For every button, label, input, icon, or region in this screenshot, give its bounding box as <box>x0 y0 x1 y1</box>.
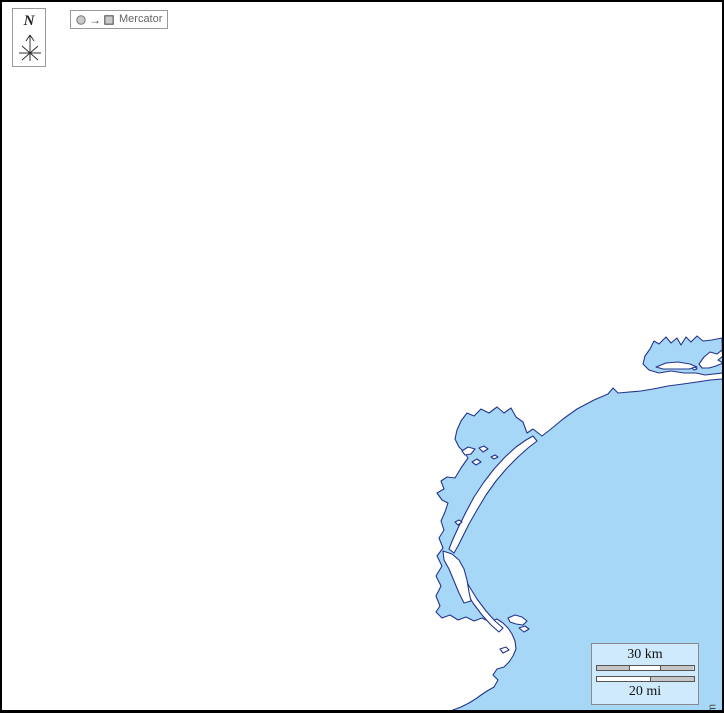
island <box>500 647 509 653</box>
map-frame: N → Mercator 30 km <box>0 0 724 713</box>
projection-indicator: → Mercator <box>70 10 168 29</box>
scale-bar-km <box>596 665 695 671</box>
scale-bar: 30 km 20 mi <box>591 643 699 705</box>
compass-star-icon <box>13 30 47 64</box>
projection-plane-icon <box>104 15 114 25</box>
scale-segment <box>661 666 693 670</box>
compass-north-label: N <box>13 14 45 29</box>
projection-label: Mercator <box>117 14 162 25</box>
projection-sphere-icon <box>76 15 86 25</box>
scale-segment <box>629 666 661 670</box>
compass-rose: N <box>12 8 46 67</box>
projection-arrow-icon: → <box>89 14 101 26</box>
scale-mi-label: 20 mi <box>629 685 661 699</box>
map-canvas <box>2 2 722 710</box>
copyright-notice: © d-maps.com <box>707 704 720 713</box>
scale-segment <box>650 677 693 681</box>
scale-km-label: 30 km <box>627 648 662 662</box>
scale-segment <box>597 666 629 670</box>
scale-segment <box>597 677 651 681</box>
scale-bar-mi <box>596 676 695 682</box>
